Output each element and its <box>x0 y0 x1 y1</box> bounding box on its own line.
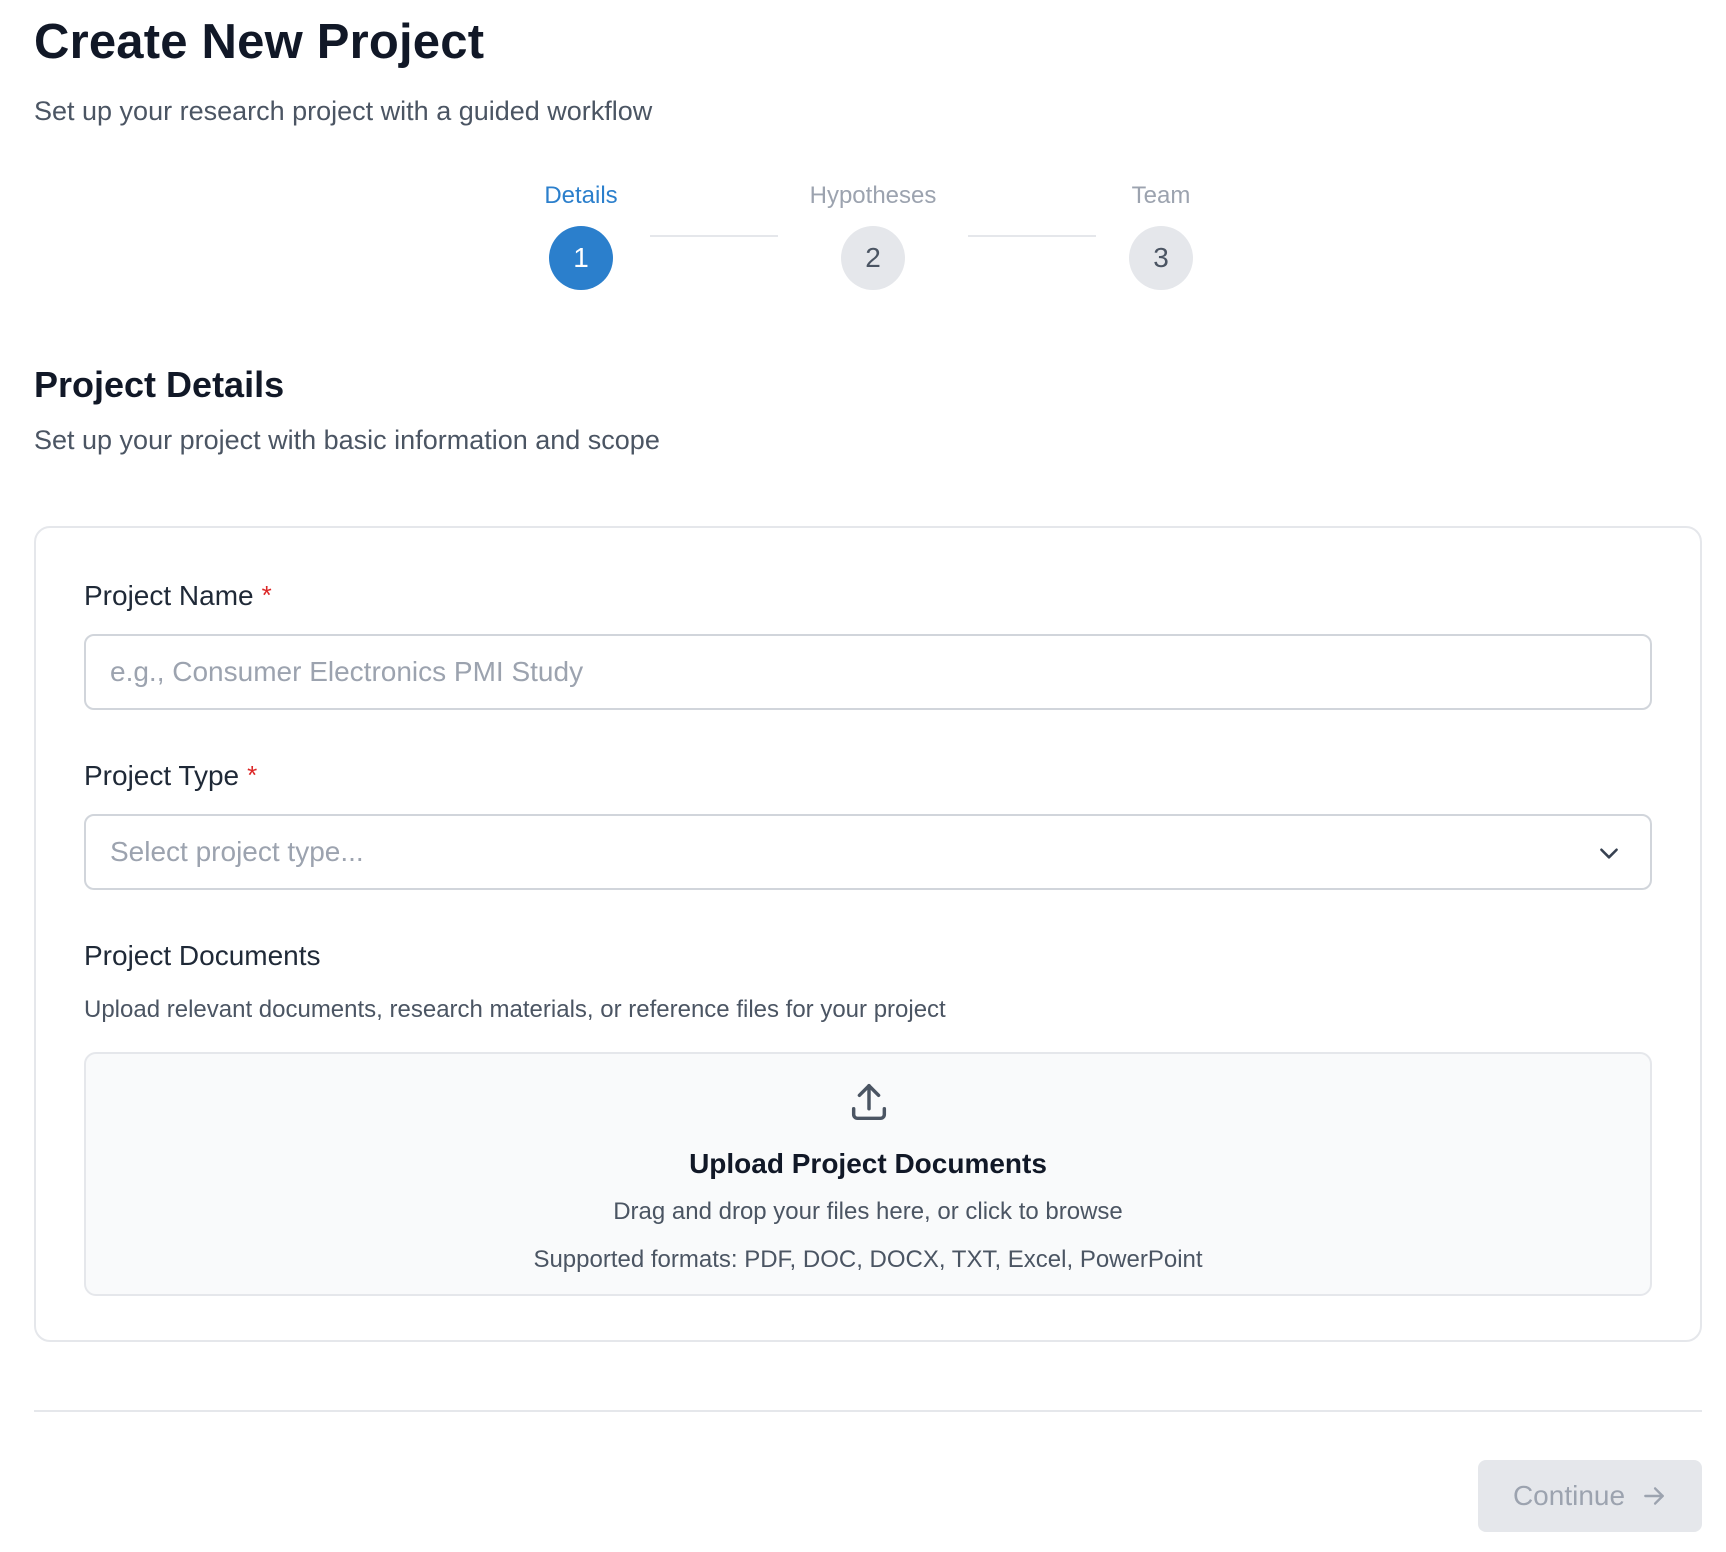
project-name-label-text: Project Name <box>84 580 254 611</box>
dropzone-subtitle: Drag and drop your files here, or click … <box>613 1198 1123 1225</box>
step-hypotheses[interactable]: Hypotheses 2 <box>773 180 973 290</box>
project-details-card: Project Name* Project Type* Select proje… <box>34 526 1702 1342</box>
footer-divider <box>34 1410 1702 1412</box>
continue-button-label: Continue <box>1512 1480 1626 1511</box>
project-name-label: Project Name * <box>84 580 272 612</box>
section-subtitle: Set up your project with basic informati… <box>34 425 660 455</box>
step-label: Team <box>1131 182 1191 209</box>
step-team[interactable]: Team 3 <box>1061 180 1261 290</box>
create-project-page: Create New Project Set up your research … <box>0 0 1726 1552</box>
step-number: 3 <box>1129 226 1193 290</box>
step-number: 2 <box>841 226 905 290</box>
chevron-down-icon <box>1600 848 1618 859</box>
arrow-right-icon <box>1644 1487 1664 1505</box>
project-type-label: Project Type * <box>84 760 257 792</box>
project-type-label-text: Project Type <box>84 760 240 791</box>
step-number: 1 <box>549 226 613 290</box>
page-title: Create New Project <box>34 15 485 69</box>
required-mark: * <box>261 580 272 610</box>
section-title: Project Details <box>34 364 285 405</box>
project-type-select[interactable]: Select project type... <box>84 814 1652 890</box>
project-type-selected-value: Select project type... <box>110 836 364 867</box>
required-mark: * <box>247 760 258 790</box>
project-documents-help: Upload relevant documents, research mate… <box>84 996 946 1023</box>
upload-icon <box>851 1084 887 1121</box>
dropzone-formats: Supported formats: PDF, DOC, DOCX, TXT, … <box>533 1246 1203 1273</box>
continue-button[interactable]: Continue <box>1478 1460 1702 1532</box>
document-dropzone[interactable]: Upload Project Documents Drag and drop y… <box>84 1052 1652 1296</box>
stepper: Details 1 Hypotheses 2 Team 3 <box>0 180 1726 300</box>
step-label: Details <box>544 182 618 209</box>
dropzone-title: Upload Project Documents <box>689 1148 1047 1179</box>
page-subtitle: Set up your research project with a guid… <box>34 96 653 126</box>
project-documents-label: Project Documents <box>84 940 321 971</box>
project-name-input[interactable] <box>84 634 1652 710</box>
step-label: Hypotheses <box>809 182 937 209</box>
step-details[interactable]: Details 1 <box>481 180 681 290</box>
